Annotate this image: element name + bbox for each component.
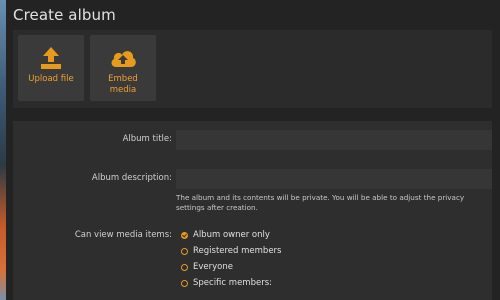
radio-registered-members[interactable]: Registered members [181, 246, 281, 256]
radio-everyone[interactable]: Everyone [181, 262, 233, 272]
dialog-title: Create album [13, 6, 116, 24]
album-title-input[interactable] [176, 130, 492, 150]
album-description-input[interactable] [176, 169, 492, 189]
radio-label: Specific members: [193, 278, 272, 288]
album-form: Album title: Album description: The albu… [13, 121, 492, 300]
radio-checked-icon[interactable] [181, 231, 188, 239]
album-title-label: Album title: [122, 134, 172, 144]
embed-media-label-line2: media [109, 85, 137, 95]
radio-unchecked-icon[interactable] [181, 247, 188, 255]
upload-panel: Upload file Embed media [13, 30, 492, 108]
privacy-note: The album and its contents will be priva… [176, 193, 465, 212]
embed-media-label: Embed media [108, 74, 138, 96]
album-description-label: Album description: [91, 173, 172, 183]
embed-media-label-line1: Embed [108, 74, 138, 84]
radio-album-owner-only[interactable]: Album owner only [181, 230, 270, 240]
upload-file-label: Upload file [28, 74, 74, 84]
radio-label: Album owner only [193, 230, 270, 240]
radio-label: Everyone [193, 262, 233, 272]
upload-file-button[interactable]: Upload file [18, 35, 84, 101]
upload-tray-arrow-icon [40, 45, 62, 71]
radio-unchecked-icon[interactable] [181, 263, 188, 271]
radio-specific-members[interactable]: Specific members: [181, 278, 272, 288]
view-permissions-label: Can view media items: [74, 230, 172, 240]
radio-label: Registered members [193, 246, 282, 256]
cloud-upload-icon [109, 45, 137, 71]
radio-unchecked-icon[interactable] [181, 279, 188, 287]
embed-media-button[interactable]: Embed media [90, 35, 156, 101]
create-album-dialog: Create album Upload file Embed media Alb… [6, 0, 500, 300]
